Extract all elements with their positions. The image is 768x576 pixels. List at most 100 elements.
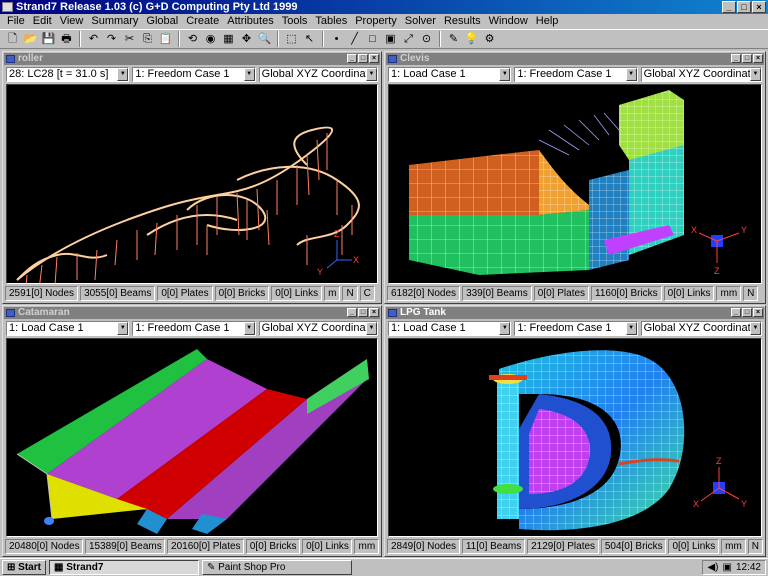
freedom-case-select[interactable]: 1: Freedom Case 1 ▼ [132, 67, 256, 82]
freedom-case-select[interactable]: 1: Freedom Case 1 ▼ [132, 321, 256, 336]
start-button[interactable]: ⊞ Start [2, 560, 46, 575]
settings-icon[interactable]: ⚙ [481, 31, 498, 47]
zoom-icon[interactable]: 🔍 [256, 31, 273, 47]
minimize-button[interactable]: _ [722, 1, 736, 13]
menu-tables[interactable]: Tables [311, 14, 351, 28]
chevron-down-icon[interactable]: ▼ [366, 322, 377, 335]
model-viewport[interactable]: X Y Z [6, 84, 378, 284]
freedom-case-select[interactable]: 1: Freedom Case 1 ▼ [514, 67, 638, 82]
menu-tools[interactable]: Tools [278, 14, 312, 28]
window-roller[interactable]: roller _ □ × 28: LC28 [t = 31.0 s] ▼ 1: F… [2, 51, 382, 304]
chevron-down-icon[interactable]: ▼ [625, 68, 637, 81]
maximize-button[interactable]: □ [742, 54, 752, 63]
close-button[interactable]: × [753, 308, 763, 317]
chevron-down-icon[interactable]: ▼ [243, 322, 255, 335]
chevron-down-icon[interactable]: ▼ [243, 68, 255, 81]
axis-triad [698, 232, 740, 263]
load-case-select[interactable]: 1: Load Case 1 ▼ [388, 321, 512, 336]
coordinate-system-select[interactable]: Global XYZ Coordinate Sy ▼ [640, 67, 762, 82]
menu-property[interactable]: Property [351, 14, 401, 28]
maximize-button[interactable]: □ [358, 308, 368, 317]
window-lpg-tank-titlebar[interactable]: LPG Tank _ □ × [386, 307, 764, 319]
maximize-button[interactable]: □ [742, 308, 752, 317]
plate-icon[interactable]: □ [364, 31, 381, 47]
select-icon[interactable]: ⬚ [283, 31, 300, 47]
window-clevis-titlebar[interactable]: Clevis _ □ × [386, 53, 764, 65]
menu-attributes[interactable]: Attributes [223, 14, 277, 28]
pointer-icon[interactable]: ↖ [301, 31, 318, 47]
menu-results[interactable]: Results [440, 14, 485, 28]
new-icon[interactable]: 🗋 [4, 31, 21, 47]
undo-icon[interactable]: ↶ [85, 31, 102, 47]
minimize-button[interactable]: _ [731, 308, 741, 317]
task-strand7[interactable]: ▦ Strand7 [48, 560, 199, 575]
window-roller-titlebar[interactable]: roller _ □ × [4, 53, 380, 65]
coordinate-system-select[interactable]: Global XYZ Coordinate Sy ▼ [258, 67, 378, 82]
menu-solver[interactable]: Solver [401, 14, 440, 28]
close-button[interactable]: × [752, 1, 766, 13]
menu-global[interactable]: Global [142, 14, 182, 28]
brick-icon[interactable]: ▣ [382, 31, 399, 47]
window-catamaran[interactable]: Catamaran _ □ × 1: Load Case 1 ▼ 1: Freed… [2, 305, 382, 557]
model-viewport[interactable]: X Y Z [388, 84, 762, 284]
coordinate-system-select[interactable]: Global XYZ Coordinate Sy ▼ [640, 321, 762, 336]
load-case-select[interactable]: 1: Load Case 1 ▼ [6, 321, 130, 336]
rotate-icon[interactable]: ⟲ [184, 31, 201, 47]
menu-summary[interactable]: Summary [87, 14, 142, 28]
network-icon[interactable]: ▣ [723, 561, 732, 574]
refresh-icon[interactable]: ◉ [202, 31, 219, 47]
minimize-button[interactable]: _ [347, 308, 357, 317]
menu-create[interactable]: Create [182, 14, 223, 28]
redo-icon[interactable]: ↷ [103, 31, 120, 47]
lpg-tank-model: X Y Z [489, 350, 747, 531]
load-case-select[interactable]: 1: Load Case 1 ▼ [388, 67, 512, 82]
save-icon[interactable]: 💾 [40, 31, 57, 47]
chevron-down-icon[interactable]: ▼ [499, 322, 511, 335]
menu-help[interactable]: Help [532, 14, 563, 28]
paste-icon[interactable]: 📋 [157, 31, 174, 47]
pan-icon[interactable]: ✥ [238, 31, 255, 47]
open-icon[interactable]: 📂 [22, 31, 39, 47]
close-button[interactable]: × [369, 54, 379, 63]
window-clevis[interactable]: Clevis _ □ × 1: Load Case 1 ▼ 1: Freedom … [384, 51, 766, 304]
load-case-select[interactable]: 28: LC28 [t = 31.0 s] ▼ [6, 67, 130, 82]
chevron-down-icon[interactable]: ▼ [625, 322, 637, 335]
maximize-button[interactable]: □ [358, 54, 368, 63]
close-button[interactable]: × [753, 54, 763, 63]
model-icon [6, 55, 15, 63]
maximize-button[interactable]: □ [737, 1, 751, 13]
chevron-down-icon[interactable]: ▼ [117, 322, 129, 335]
zoom-window-icon[interactable]: ▦ [220, 31, 237, 47]
chevron-down-icon[interactable]: ▼ [366, 68, 377, 81]
model-viewport[interactable]: X Y Z [388, 338, 762, 537]
freedom-case-select[interactable]: 1: Freedom Case 1 ▼ [514, 321, 638, 336]
menu-edit[interactable]: Edit [29, 14, 56, 28]
node-icon[interactable]: • [328, 31, 345, 47]
colour-icon[interactable]: ✎ [445, 31, 462, 47]
bulb-icon[interactable]: 💡 [463, 31, 480, 47]
chevron-down-icon[interactable]: ▼ [750, 322, 761, 335]
menu-file[interactable]: File [3, 14, 29, 28]
app-icon[interactable] [2, 2, 13, 12]
window-catamaran-titlebar[interactable]: Catamaran _ □ × [4, 307, 380, 319]
model-viewport[interactable] [6, 338, 378, 537]
link-icon[interactable]: ⤢ [400, 31, 417, 47]
copy-icon[interactable]: ⎘ [139, 31, 156, 47]
minimize-button[interactable]: _ [731, 54, 741, 63]
cylinder-icon[interactable]: ⊙ [418, 31, 435, 47]
case-selectors: 1: Load Case 1 ▼ 1: Freedom Case 1 ▼ Globa… [386, 320, 764, 337]
minimize-button[interactable]: _ [347, 54, 357, 63]
window-lpg-tank[interactable]: LPG Tank _ □ × 1: Load Case 1 ▼ 1: Freedo… [384, 305, 766, 557]
chevron-down-icon[interactable]: ▼ [750, 68, 761, 81]
menu-window[interactable]: Window [485, 14, 532, 28]
cut-icon[interactable]: ✂ [121, 31, 138, 47]
chevron-down-icon[interactable]: ▼ [499, 68, 511, 81]
close-button[interactable]: × [369, 308, 379, 317]
print-icon[interactable]: 🖶 [58, 31, 75, 47]
menu-view[interactable]: View [56, 14, 88, 28]
volume-icon[interactable]: ◀) [707, 561, 718, 574]
coordinate-system-select[interactable]: Global XYZ Coordinate Sy ▼ [258, 321, 378, 336]
chevron-down-icon[interactable]: ▼ [117, 68, 129, 81]
beam-icon[interactable]: ╱ [346, 31, 363, 47]
task-paint-shop-pro[interactable]: ✎ Paint Shop Pro [201, 560, 352, 575]
